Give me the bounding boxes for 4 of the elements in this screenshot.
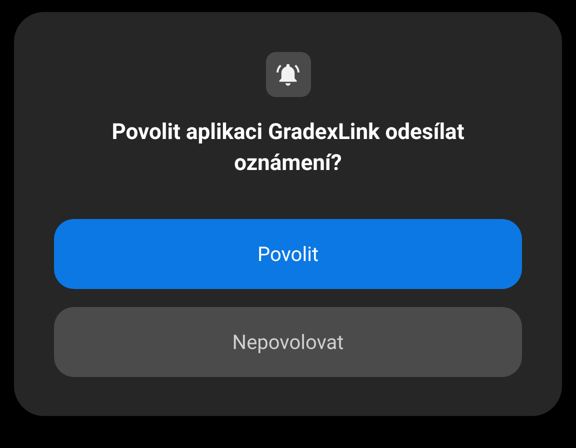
deny-button[interactable]: Nepovolovat xyxy=(54,307,522,377)
dialog-title: Povolit aplikaci GradexLink odesílat oznámení? xyxy=(110,119,466,178)
allow-button[interactable]: Povolit xyxy=(54,219,522,289)
bell-icon xyxy=(266,52,310,97)
